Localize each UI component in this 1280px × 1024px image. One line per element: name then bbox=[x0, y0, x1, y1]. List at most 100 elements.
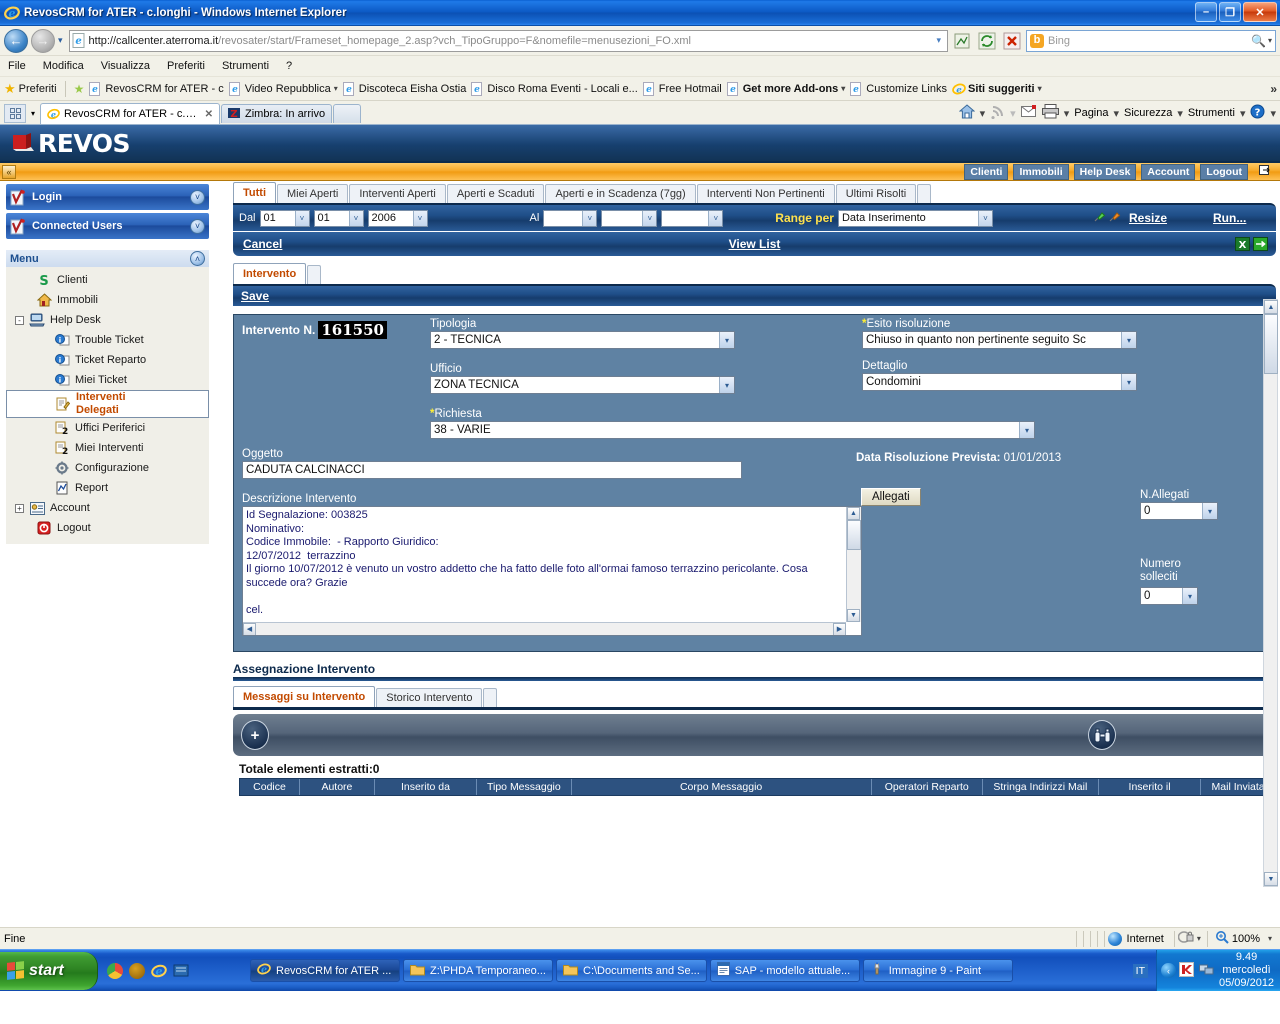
url-bar[interactable]: e http://callcenter.aterroma.it/revosate… bbox=[68, 29, 948, 52]
help-icon[interactable]: ? bbox=[1250, 104, 1265, 122]
favorite-item[interactable]: e Disco Roma Eventi - Locali e... bbox=[471, 81, 638, 96]
richiesta-select[interactable]: 38 - VARIE ▾ bbox=[430, 421, 1035, 439]
allegati-button[interactable]: Allegati bbox=[861, 488, 921, 506]
read-mail-icon[interactable] bbox=[1020, 105, 1037, 121]
favorites-overflow-icon[interactable]: » bbox=[1270, 82, 1277, 96]
favorite-item[interactable]: e Discoteca Eisha Ostia bbox=[342, 81, 466, 96]
menu-item-file[interactable]: File bbox=[8, 60, 26, 72]
tab-tutti[interactable]: Tutti bbox=[233, 182, 277, 203]
scroll-right-icon[interactable]: ▶ bbox=[833, 623, 846, 635]
quick-tabs-button[interactable] bbox=[4, 104, 26, 123]
privacy-caret-icon[interactable]: ▾ bbox=[1197, 934, 1201, 943]
home-icon[interactable] bbox=[958, 104, 975, 122]
chrome-icon[interactable] bbox=[107, 962, 123, 979]
taskbar-item-paint[interactable]: Immagine 9 - Paint bbox=[862, 959, 1013, 982]
go-arrow-icon[interactable] bbox=[1253, 237, 1268, 251]
security-menu-button[interactable]: Sicurezza bbox=[1124, 107, 1172, 119]
close-button[interactable]: ✕ bbox=[1243, 2, 1277, 22]
sidebar-panel-toggle-icon[interactable]: ˅ bbox=[190, 189, 205, 205]
kaspersky-icon[interactable] bbox=[1179, 961, 1194, 980]
pin-orange-icon[interactable] bbox=[1108, 210, 1121, 226]
al-day-select[interactable]: ˅ bbox=[543, 209, 598, 227]
tab-ultimi-risolti[interactable]: Ultimi Risolti bbox=[835, 184, 917, 203]
dal-day-select[interactable]: 01 ˅ bbox=[259, 209, 310, 227]
excel-export-icon[interactable]: X bbox=[1235, 237, 1250, 251]
sidebar-panel-connected-users[interactable]: Connected Users ˅ bbox=[6, 213, 209, 239]
favorite-item[interactable]: e Free Hotmail bbox=[642, 81, 722, 96]
taskbar-item-sap[interactable]: SAP - modello attuale... bbox=[709, 959, 860, 982]
add-to-favorites-bar-button[interactable]: ★ bbox=[74, 82, 85, 96]
favorite-item[interactable]: e RevosCRM for ATER - c bbox=[89, 81, 224, 96]
help-caret-icon[interactable]: ▾ bbox=[1270, 107, 1276, 120]
topnav-clienti[interactable]: Clienti bbox=[964, 163, 1009, 180]
taskbar-item-phda[interactable]: Z:\PHDA Temporaneo... bbox=[403, 959, 553, 982]
tab-messaggi-su-intervento[interactable]: Messaggi su Intervento bbox=[233, 686, 376, 707]
sidebar-item-uffici-periferici[interactable]: 2 Uffici Periferici bbox=[6, 418, 209, 438]
sidebar-item-interventi-delegati[interactable]: Interventi Delegati bbox=[6, 390, 209, 418]
page-menu-button[interactable]: Pagina bbox=[1074, 107, 1108, 119]
view-list-link[interactable]: View List bbox=[729, 237, 781, 251]
history-dropdown-icon[interactable]: ▾ bbox=[58, 35, 63, 46]
sidebar-item-clienti[interactable]: S Clienti bbox=[6, 270, 209, 290]
run-link[interactable]: Run... bbox=[1213, 211, 1246, 225]
print-dropdown-icon[interactable]: ▾ bbox=[1064, 107, 1070, 120]
topnav-logout[interactable]: Logout bbox=[1200, 163, 1248, 180]
tray-expand-icon[interactable]: ‹ bbox=[1161, 963, 1176, 978]
zoom-caret-icon[interactable]: ▾ bbox=[1268, 934, 1272, 943]
sidebar-item-miei-ticket[interactable]: i Miei Ticket bbox=[6, 370, 209, 390]
refresh-button[interactable] bbox=[976, 30, 998, 52]
forward-button[interactable]: → bbox=[31, 28, 55, 53]
maximize-button[interactable]: ❐ bbox=[1219, 2, 1241, 22]
topnav-account[interactable]: Account bbox=[1141, 163, 1196, 180]
menu-item-help[interactable]: ? bbox=[286, 60, 292, 72]
language-indicator[interactable]: IT bbox=[1132, 963, 1148, 978]
resize-link[interactable]: Resize bbox=[1129, 211, 1167, 225]
n-allegati-select[interactable]: 0 ▾ bbox=[1140, 502, 1218, 520]
tab-list-dropdown-icon[interactable]: ▾ bbox=[27, 104, 39, 123]
pin-green-icon[interactable] bbox=[1093, 210, 1106, 226]
chevron-down-icon[interactable]: ▾ bbox=[841, 84, 845, 93]
sidebar-item-account[interactable]: + Account bbox=[6, 498, 209, 518]
search-box[interactable]: b Bing 🔍 ▾ bbox=[1026, 29, 1276, 52]
descrizione-textarea[interactable]: Id Segnalazione: 003825 Nominativo: Codi… bbox=[242, 506, 862, 636]
network-icon[interactable] bbox=[1199, 962, 1214, 979]
compatibility-view-icon[interactable] bbox=[951, 30, 973, 52]
search-dropdown-icon[interactable]: ▾ bbox=[1268, 36, 1272, 45]
binoculars-icon[interactable] bbox=[1088, 720, 1116, 750]
menu-item-strumenti[interactable]: Strumenti bbox=[222, 60, 269, 72]
range-per-select[interactable]: Data Inserimento ˅ bbox=[837, 209, 993, 227]
chevron-down-icon[interactable]: ▾ bbox=[1038, 84, 1042, 93]
topnav-immobili[interactable]: Immobili bbox=[1013, 163, 1069, 180]
browser-tab-zimbra[interactable]: Z Zimbra: In arrivo bbox=[221, 104, 333, 123]
tab-aperti-in-scadenza[interactable]: Aperti e in Scadenza (7gg) bbox=[545, 184, 696, 203]
al-year-select[interactable]: ˅ bbox=[661, 209, 724, 227]
minimize-button[interactable]: – bbox=[1195, 2, 1217, 22]
sidebar-item-ticket-reparto[interactable]: i Ticket Reparto bbox=[6, 350, 209, 370]
scroll-thumb[interactable] bbox=[1264, 314, 1278, 374]
sidebar-item-immobili[interactable]: Immobili bbox=[6, 290, 209, 310]
popout-icon[interactable] bbox=[1259, 164, 1272, 179]
dal-month-select[interactable]: 01 ˅ bbox=[313, 209, 364, 227]
expander-icon[interactable]: + bbox=[15, 503, 24, 513]
menu-item-preferiti[interactable]: Preferiti bbox=[167, 60, 205, 72]
sidebar-item-helpdesk[interactable]: - Help Desk bbox=[6, 310, 209, 330]
media-player-icon[interactable] bbox=[129, 962, 145, 979]
zoom-level[interactable]: 100% bbox=[1232, 933, 1260, 945]
page-menu-caret-icon[interactable]: ▾ bbox=[1114, 107, 1120, 120]
tab-interventi-non-pertinenti[interactable]: Interventi Non Pertinenti bbox=[696, 184, 835, 203]
collapse-sidebar-icon[interactable]: « bbox=[2, 164, 16, 179]
chevron-down-icon[interactable]: ▾ bbox=[334, 84, 338, 93]
favorite-item[interactable]: e Video Repubblica ▾ bbox=[228, 81, 338, 96]
tools-menu-button[interactable]: Strumenti bbox=[1188, 107, 1235, 119]
system-clock[interactable]: 9.49 mercoledì 05/09/2012 bbox=[1219, 951, 1280, 990]
sidebar-menu-toggle-icon[interactable]: ˄ bbox=[190, 251, 205, 266]
tab-miei-aperti[interactable]: Miei Aperti bbox=[277, 184, 349, 203]
favorite-item[interactable]: e Get more Add-ons ▾ bbox=[726, 81, 845, 96]
favorite-item[interactable]: e Customize Links bbox=[850, 81, 947, 96]
scroll-up-icon[interactable]: ▲ bbox=[1264, 300, 1278, 314]
tools-menu-caret-icon[interactable]: ▾ bbox=[1240, 107, 1246, 120]
sidebar-item-report[interactable]: Report bbox=[6, 478, 209, 498]
back-button[interactable]: ← bbox=[4, 28, 28, 53]
ie-icon[interactable]: e bbox=[151, 963, 167, 979]
sidebar-item-logout[interactable]: Logout bbox=[6, 518, 209, 538]
